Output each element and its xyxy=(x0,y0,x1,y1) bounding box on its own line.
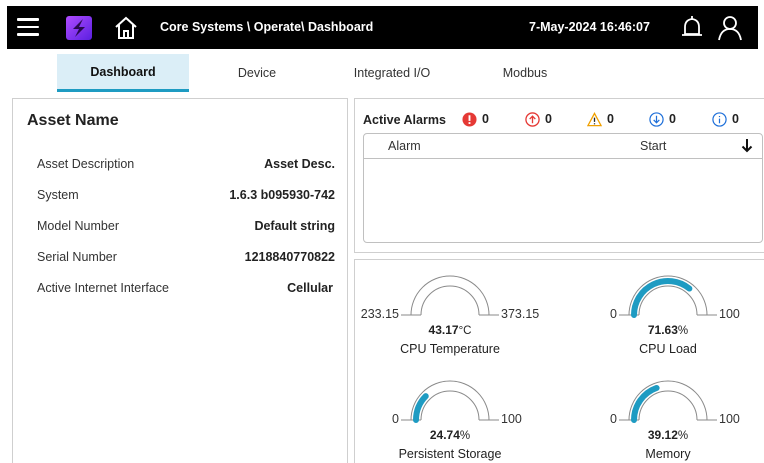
tab-modbus[interactable]: Modbus xyxy=(485,54,565,92)
gauge-reading: 24.74% xyxy=(410,428,490,442)
gauge-max-label: 100 xyxy=(719,412,740,426)
alarm-count-major[interactable]: 0 xyxy=(525,110,552,128)
gauge-max-label: 100 xyxy=(719,307,740,321)
system-gauges-panel: 233.15 373.15 43.17°C CPU Temperature 0 100 7… xyxy=(354,259,764,463)
gauge-unit: % xyxy=(459,430,471,442)
gauge-inner-outline xyxy=(420,285,480,316)
down-arrow-circle-icon xyxy=(649,111,664,127)
column-header-start[interactable]: Start xyxy=(640,139,666,153)
alarm-count-warning[interactable]: 0 xyxy=(587,110,614,128)
gauge-min-label: 233.15 xyxy=(360,307,399,321)
menu-icon[interactable] xyxy=(17,18,39,36)
critical-alert-icon xyxy=(462,111,477,127)
home-icon[interactable] xyxy=(113,15,139,41)
gauge-label: CPU Load xyxy=(639,342,697,356)
tab-integrated-io[interactable]: Integrated I/O xyxy=(337,54,447,92)
gauge-reading: 71.63% xyxy=(628,323,708,337)
asset-row-serial: Serial Number 1218840770822 xyxy=(37,250,335,270)
alarm-count-value: 0 xyxy=(482,112,489,126)
asset-row-label: Active Internet Interface xyxy=(37,281,170,295)
gauge-value-arc xyxy=(631,384,660,423)
alarm-count-minor[interactable]: 0 xyxy=(649,110,676,128)
alarms-table: Alarm Start xyxy=(363,133,763,243)
asset-row-value: Cellular xyxy=(287,281,333,295)
alarms-panel: Active Alarms 0 0 0 0 0 Alarm Start xyxy=(354,98,764,253)
sort-down-arrow-icon[interactable] xyxy=(740,137,754,153)
gauge-unit: % xyxy=(677,430,689,442)
alarm-count-value: 0 xyxy=(732,112,739,126)
tab-bar: Dashboard Device Integrated I/O Modbus xyxy=(7,49,758,94)
top-bar: Core Systems \ Operate\ Dashboard 7-May-… xyxy=(7,6,758,49)
asset-row-value: Default string xyxy=(254,219,335,233)
datetime-display: 7-May-2024 16:46:07 xyxy=(529,20,650,34)
gauge-outline xyxy=(410,275,490,316)
gauge-cpu-temperature: 233.15 373.15 43.17°C CPU Temperature xyxy=(361,265,565,360)
breadcrumb: Core Systems \ Operate\ Dashboard xyxy=(160,20,374,34)
column-header-alarm[interactable]: Alarm xyxy=(388,139,421,153)
asset-row-value: 1218840770822 xyxy=(244,250,335,264)
asset-row-label: Serial Number xyxy=(37,250,117,264)
asset-row-label: Asset Description xyxy=(37,157,135,171)
asset-row-label: Model Number xyxy=(37,219,119,233)
gauge-reading: 39.12% xyxy=(628,428,708,442)
tab-device[interactable]: Device xyxy=(217,54,297,92)
asset-row-interface: Active Internet Interface Cellular xyxy=(37,281,333,301)
asset-row-value: 1.6.3 b095930-742 xyxy=(229,188,335,202)
gauge-min-label: 0 xyxy=(610,412,617,426)
bell-icon[interactable] xyxy=(679,14,705,42)
asset-row-value: Asset Desc. xyxy=(264,157,335,171)
alarms-table-header: Alarm Start xyxy=(364,134,762,159)
gauge-reading: 43.17°C xyxy=(410,323,490,337)
asset-title: Asset Name xyxy=(27,112,119,129)
warning-triangle-icon xyxy=(587,111,602,126)
up-arrow-circle-icon xyxy=(525,111,540,127)
alarm-count-value: 0 xyxy=(545,112,552,126)
asset-panel: Asset Name Asset Description Asset Desc.… xyxy=(12,98,348,463)
gauge-max-label: 100 xyxy=(501,412,522,426)
gauge-value: 43.17 xyxy=(428,323,459,337)
logo-icon xyxy=(66,16,92,40)
asset-row-model: Model Number Default string xyxy=(37,219,335,239)
alarm-count-info[interactable]: 0 xyxy=(712,110,739,128)
gauge-min-label: 0 xyxy=(610,307,617,321)
gauge-label: Persistent Storage xyxy=(398,447,502,461)
gauge-cpu-load: 0 100 71.63% CPU Load xyxy=(583,265,764,360)
gauge-min-label: 0 xyxy=(392,412,399,426)
info-circle-icon xyxy=(712,111,727,127)
gauge-memory: 0 100 39.12% Memory xyxy=(583,370,764,463)
alarm-count-value: 0 xyxy=(607,112,614,126)
asset-row-label: System xyxy=(37,188,79,202)
gauge-unit: °C xyxy=(458,325,472,337)
alarm-count-critical[interactable]: 0 xyxy=(462,110,489,128)
gauge-label: CPU Temperature xyxy=(400,342,500,356)
gauge-label: Memory xyxy=(645,447,691,461)
asset-row-system: System 1.6.3 b095930-742 xyxy=(37,188,335,208)
user-icon[interactable] xyxy=(717,14,743,42)
gauge-value: 39.12 xyxy=(647,428,678,442)
gauge-unit: % xyxy=(677,325,689,337)
tab-dashboard[interactable]: Dashboard xyxy=(57,54,189,92)
gauge-value: 24.74 xyxy=(429,428,460,442)
gauge-value: 71.63 xyxy=(647,323,678,337)
gauge-persistent-storage: 0 100 24.74% Persistent Storage xyxy=(365,370,565,463)
gauge-inner-outline xyxy=(420,390,480,421)
gauge-max-label: 373.15 xyxy=(501,307,540,321)
alarm-count-value: 0 xyxy=(669,112,676,126)
alarms-title: Active Alarms xyxy=(363,113,446,127)
asset-row-description: Asset Description Asset Desc. xyxy=(37,157,335,177)
